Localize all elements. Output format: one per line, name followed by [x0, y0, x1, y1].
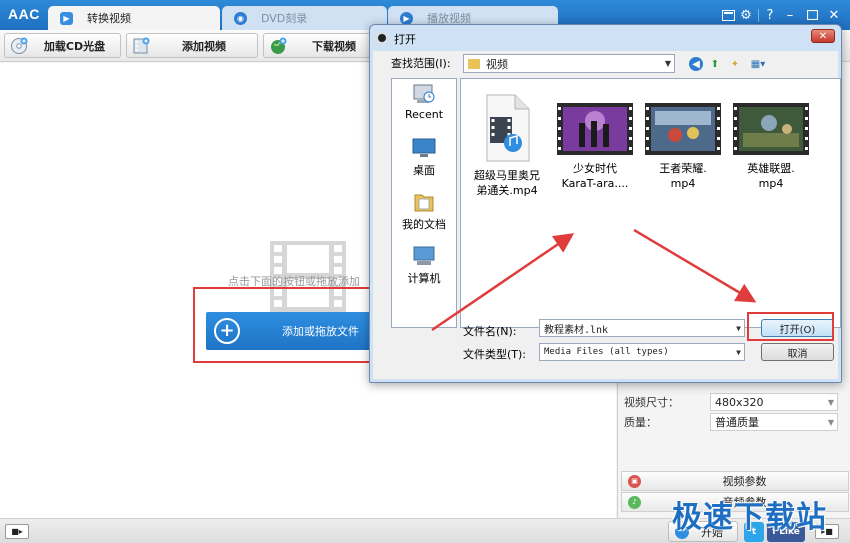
file-type-select[interactable]: Media Files (all types) ▼	[539, 343, 745, 361]
load-cd-label: 加载CD光盘	[43, 39, 106, 53]
file-name-line1: 少女时代	[573, 162, 617, 175]
place-computer[interactable]: 计算机	[392, 245, 456, 286]
back-icon[interactable]: ◀	[689, 57, 703, 71]
chevron-down-icon: ▼	[827, 397, 834, 407]
dialog-body: 查找范围(I): 视频 ▼ ◀ ⬆ ✦ ▦▾ Recent 桌面 我的文档 计算…	[373, 25, 841, 380]
video-params-label: 视频参数	[722, 475, 767, 488]
file-name-line1: 英雄联盟.	[747, 162, 795, 175]
chevron-down-icon: ▼	[736, 348, 741, 357]
cancel-button[interactable]: 取消	[761, 343, 834, 361]
place-desktop-label: 桌面	[413, 164, 435, 177]
download-video-label: 下载视频	[312, 39, 356, 53]
file-item[interactable]: 少女时代 KaraT-ara....	[549, 89, 641, 191]
place-recent-label: Recent	[404, 108, 444, 121]
media-file-icon	[486, 94, 530, 162]
convert-video-icon: ▶	[60, 11, 73, 25]
desktop-icon	[412, 138, 436, 157]
play-video-icon: ▶	[400, 11, 413, 25]
file-name-line2: mp4	[670, 177, 696, 190]
open-file-dialog: 打开 ✕ 查找范围(I): 视频 ▼ ◀ ⬆ ✦ ▦▾ Recent 桌面 我的…	[369, 24, 842, 383]
file-type-value: Media Files (all types)	[544, 347, 669, 357]
place-my-documents[interactable]: 我的文档	[392, 191, 456, 232]
folder-icon	[468, 58, 480, 69]
computer-icon	[413, 246, 435, 265]
tab-convert-video[interactable]: ▶ 转换视频	[48, 6, 220, 30]
new-folder-icon[interactable]: ✦	[727, 56, 743, 72]
file-item[interactable]: 超级马里奥兄 弟通关.mp4	[461, 89, 553, 198]
place-desktop[interactable]: 桌面	[392, 137, 456, 178]
title-separator	[758, 9, 759, 22]
video-size-value: 480x320	[715, 395, 764, 409]
video-thumbnail-icon	[645, 103, 721, 155]
add-drop-file-button[interactable]: + 添加或拖放文件	[206, 312, 386, 350]
file-name-value: 教程素材.lnk	[544, 324, 609, 336]
chevron-down-icon: ▼	[736, 324, 741, 333]
add-video-icon	[131, 36, 151, 56]
help-icon[interactable]: ?	[762, 7, 778, 23]
my-documents-icon	[414, 194, 434, 212]
file-name-line2: 弟通关.mp4	[476, 184, 538, 197]
file-item[interactable]: 王者荣耀. mp4	[637, 89, 729, 191]
file-type-label: 文件类型(T):	[463, 348, 527, 361]
quality-select[interactable]: 普通质量 ▼	[710, 413, 838, 431]
add-drop-file-label: 添加或拖放文件	[282, 325, 359, 338]
tab-convert-video-label: 转换视频	[87, 12, 131, 25]
app-logo: AAC	[8, 6, 40, 22]
gear-icon[interactable]: ⚙	[738, 7, 754, 23]
watermark: 极速下载站	[672, 500, 827, 535]
file-name-line1: 超级马里奥兄	[474, 169, 540, 182]
recent-places-icon	[413, 84, 435, 103]
quality-row: 质量： 普通质量 ▼	[618, 412, 850, 432]
add-video-button[interactable]: 添加视频	[126, 33, 258, 58]
tab-dvd-burn[interactable]: ◉ DVD刻录	[222, 6, 387, 30]
places-bar: Recent 桌面 我的文档 计算机	[391, 78, 457, 328]
file-item[interactable]: 英雄联盟. mp4	[725, 89, 817, 191]
view-menu-icon[interactable]: ▦▾	[747, 56, 769, 72]
load-cd-button[interactable]: 加载CD光盘	[4, 33, 121, 58]
audio-params-icon: ♪	[628, 495, 641, 509]
file-name-input[interactable]: 教程素材.lnk ▼	[539, 319, 745, 337]
dvd-burn-icon: ◉	[234, 11, 247, 25]
plus-icon: +	[214, 318, 240, 344]
file-list: 超级马里奥兄 弟通关.mp4 少女时代 KaraT-ara.... 王者荣耀. …	[460, 78, 841, 328]
video-thumbnail-icon	[557, 103, 633, 155]
chevron-down-icon: ▼	[664, 59, 671, 68]
minimize-icon[interactable]: –	[782, 7, 798, 23]
quality-value: 普通质量	[715, 416, 759, 429]
file-name-line2: KaraT-ara....	[561, 177, 629, 190]
load-cd-icon	[9, 36, 29, 56]
video-thumbnail-icon	[733, 103, 809, 155]
video-params-bar[interactable]: ▣ 视频参数	[621, 471, 849, 491]
drop-hint: 点击下面的按钮或拖放添加	[228, 275, 360, 288]
file-name-label: 文件名(N):	[463, 325, 517, 338]
file-name-line1: 王者荣耀.	[659, 162, 707, 175]
place-recent[interactable]: Recent	[392, 83, 456, 121]
open-button[interactable]: 打开(O)	[761, 319, 834, 337]
up-folder-icon[interactable]: ⬆	[707, 56, 723, 72]
video-size-label: 视频尺寸：	[624, 396, 679, 409]
maximize-icon[interactable]	[804, 7, 820, 23]
look-in-label: 查找范围(I):	[391, 57, 451, 70]
look-in-value: 视频	[486, 57, 508, 71]
tab-dvd-burn-label: DVD刻录	[261, 12, 308, 25]
close-icon[interactable]: ✕	[826, 7, 842, 23]
add-video-label: 添加视频	[182, 39, 226, 53]
skin-icon[interactable]	[720, 7, 736, 23]
place-my-documents-label: 我的文档	[402, 218, 446, 231]
quality-label: 质量：	[624, 416, 657, 429]
download-video-icon	[268, 36, 288, 56]
video-size-select[interactable]: 480x320 ▼	[710, 393, 838, 411]
view-toggle-icon[interactable]: ■▸	[5, 524, 29, 539]
chevron-down-icon: ▼	[827, 417, 834, 427]
video-size-row: 视频尺寸： 480x320 ▼	[618, 392, 850, 412]
file-name-line2: mp4	[758, 177, 784, 190]
place-computer-label: 计算机	[407, 272, 441, 285]
download-video-button[interactable]: 下载视频	[263, 33, 381, 58]
video-params-icon: ▣	[628, 474, 641, 488]
look-in-select[interactable]: 视频 ▼	[463, 54, 675, 73]
